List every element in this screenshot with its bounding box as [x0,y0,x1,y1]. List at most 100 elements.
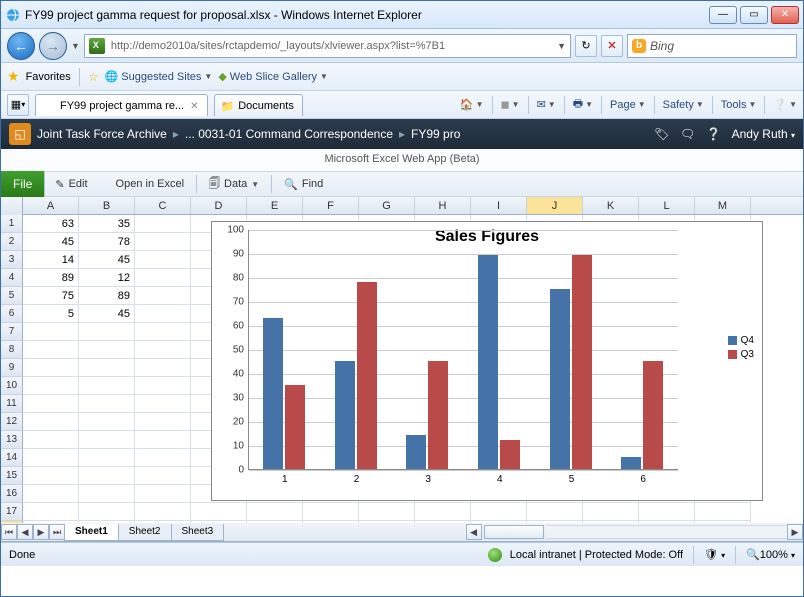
address-input[interactable] [109,38,553,54]
cell[interactable] [135,431,191,449]
cell[interactable] [135,377,191,395]
sheet-tab-1[interactable]: Sheet1 [64,524,119,541]
col-header-F[interactable]: F [303,197,359,214]
cell[interactable] [135,251,191,269]
cell[interactable] [247,503,303,521]
cell[interactable] [135,323,191,341]
safety-menu[interactable]: Safety▼ [663,99,704,111]
cell[interactable] [79,449,135,467]
row-header[interactable]: 9 [1,359,23,377]
hscroll-track[interactable] [546,525,787,539]
tab-fy99-project[interactable]: FY99 project gamma re... ✕ [35,94,208,116]
cell[interactable] [23,413,79,431]
address-dropdown-icon[interactable]: ▼ [553,41,570,51]
cell[interactable]: 63 [23,215,79,233]
cell[interactable] [135,413,191,431]
back-button[interactable]: ← [7,32,35,60]
favorites-star-icon[interactable]: ★ [7,68,20,85]
cell[interactable] [79,467,135,485]
col-header-M[interactable]: M [695,197,751,214]
col-header-C[interactable]: C [135,197,191,214]
cell[interactable] [79,323,135,341]
cell[interactable] [79,359,135,377]
edit-button[interactable]: ✎Edit [55,178,87,191]
print-button[interactable]: 🖶▼ [573,95,593,114]
breadcrumb-2[interactable]: ... 0031-01 Command Correspondence [185,127,393,141]
breadcrumb-3[interactable]: FY99 pro [411,127,460,141]
cell[interactable] [23,359,79,377]
prev-sheet-button[interactable]: ◀ [17,524,33,540]
cell[interactable] [23,377,79,395]
search-box[interactable]: b Bing [627,34,797,58]
row-header[interactable]: 11 [1,395,23,413]
find-button[interactable]: 🔍Find [284,178,323,191]
cell[interactable] [191,503,247,521]
sheet-tab-3[interactable]: Sheet3 [171,524,225,541]
close-button[interactable]: ✕ [771,6,799,24]
cell[interactable] [135,395,191,413]
cell[interactable]: 89 [23,269,79,287]
cell[interactable] [23,323,79,341]
read-mail-button[interactable]: ✉▼ [537,98,556,111]
cell[interactable]: 78 [79,233,135,251]
sp-help-icon[interactable]: ❔ [706,126,722,142]
cell[interactable] [79,341,135,359]
cell[interactable]: 89 [79,287,135,305]
cell[interactable] [23,395,79,413]
suggested-sites-link[interactable]: 🌐Suggested Sites▼ [105,70,213,83]
col-header-L[interactable]: L [639,197,695,214]
hscroll-thumb[interactable] [484,525,544,539]
cell[interactable] [359,503,415,521]
protected-mode-button[interactable]: 🛡 ▾ [704,548,725,561]
cell[interactable]: 12 [79,269,135,287]
row-header[interactable]: 15 [1,467,23,485]
row-header[interactable]: 14 [1,449,23,467]
cell[interactable] [135,215,191,233]
data-menu[interactable]: 🗐Data▼ [209,175,259,194]
row-header[interactable]: 8 [1,341,23,359]
favorites-label[interactable]: Favorites [26,71,71,83]
worksheet-area[interactable]: ABCDEFGHIJKLM 16335245783144548912575896… [1,197,803,542]
open-in-excel-button[interactable]: Open in Excel [98,177,184,191]
feeds-button[interactable]: ◼▼ [501,98,520,111]
site-logo[interactable]: ◱ [9,123,31,145]
cell[interactable] [135,467,191,485]
tab-documents[interactable]: 📁 Documents [214,94,303,116]
forward-button[interactable]: → [39,32,67,60]
cell[interactable] [23,485,79,503]
cell[interactable] [135,269,191,287]
last-sheet-button[interactable]: ⏭ [49,524,65,540]
col-header-D[interactable]: D [191,197,247,214]
row-header[interactable]: 17 [1,503,23,521]
recent-dropdown-icon[interactable]: ▼ [71,41,80,51]
cell[interactable] [79,413,135,431]
cell[interactable] [471,503,527,521]
row-header[interactable]: 1 [1,215,23,233]
quick-tabs-button[interactable]: ▦▾ [7,94,29,116]
row-header[interactable]: 3 [1,251,23,269]
notes-icon[interactable]: 🗨 [680,126,696,142]
tools-menu[interactable]: Tools▼ [721,99,757,111]
cell[interactable] [583,503,639,521]
cell[interactable] [79,431,135,449]
user-menu[interactable]: Andy Ruth ▾ [732,127,795,141]
cell[interactable] [415,503,471,521]
cell[interactable] [79,485,135,503]
cell[interactable] [135,287,191,305]
breadcrumb-1[interactable]: Joint Task Force Archive [37,127,167,141]
col-header-H[interactable]: H [415,197,471,214]
row-header[interactable]: 13 [1,431,23,449]
embedded-chart[interactable]: Sales Figures 123456 Q4 Q3 0102030405060… [211,221,763,501]
cell[interactable]: 45 [79,251,135,269]
cell[interactable] [79,395,135,413]
home-button[interactable]: 🏠▼ [460,98,484,111]
row-header[interactable]: 4 [1,269,23,287]
col-header-B[interactable]: B [79,197,135,214]
cell[interactable] [23,431,79,449]
cell[interactable]: 14 [23,251,79,269]
row-header[interactable]: 12 [1,413,23,431]
maximize-button[interactable]: ▭ [740,6,768,24]
cell[interactable] [527,503,583,521]
cell[interactable] [23,467,79,485]
cell[interactable] [135,485,191,503]
